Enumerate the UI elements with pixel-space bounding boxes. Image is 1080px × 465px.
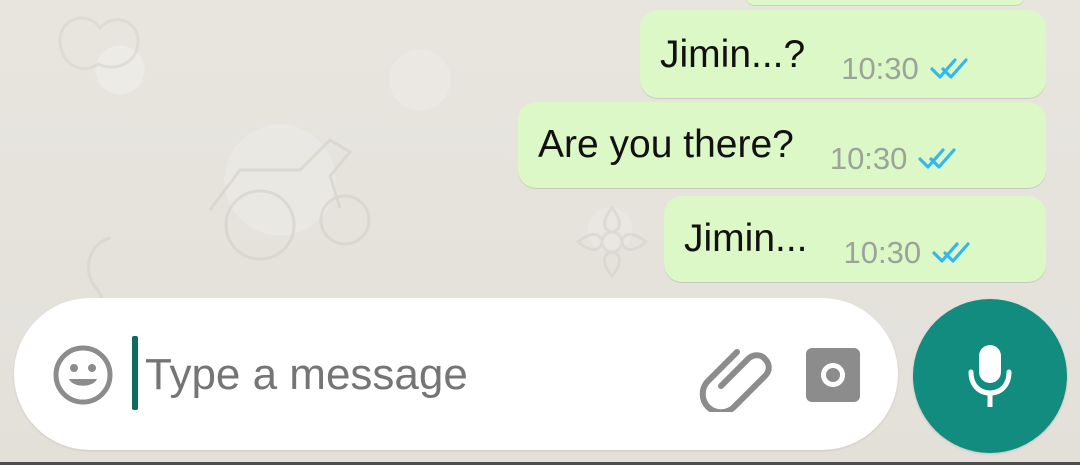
message-time: 10:30 (841, 50, 919, 86)
message-text: Jimin... (684, 217, 808, 260)
emoji-icon[interactable] (48, 340, 118, 410)
message-list: Jimin...? 10:30 Are you there? 10:30 Jim… (0, 0, 1080, 300)
message-input[interactable] (143, 338, 667, 412)
message-meta: 10:30 (830, 142, 962, 174)
message-composer (14, 298, 898, 450)
outgoing-message-bubble[interactable]: Jimin...? 10:30 (640, 10, 1046, 98)
paperclip-icon[interactable] (699, 338, 773, 412)
microphone-icon (968, 345, 1012, 407)
outgoing-message-bubble[interactable]: Are you there? 10:30 (518, 102, 1046, 188)
previous-message-bubble-edge (745, 0, 1025, 5)
read-receipt-icon (932, 242, 970, 263)
message-meta: 10:30 (841, 52, 973, 84)
voice-message-button[interactable] (913, 299, 1067, 453)
camera-icon[interactable] (800, 342, 866, 408)
outgoing-message-bubble[interactable]: Jimin... 10:30 (664, 196, 1046, 282)
text-cursor (132, 336, 138, 410)
read-receipt-icon (930, 58, 968, 79)
message-time: 10:30 (829, 140, 908, 176)
message-time: 10:30 (843, 234, 922, 270)
message-text: Are you there? (538, 123, 794, 166)
message-text: Jimin...? (660, 33, 806, 76)
read-receipt-icon (918, 148, 957, 169)
message-meta: 10:30 (844, 236, 976, 268)
